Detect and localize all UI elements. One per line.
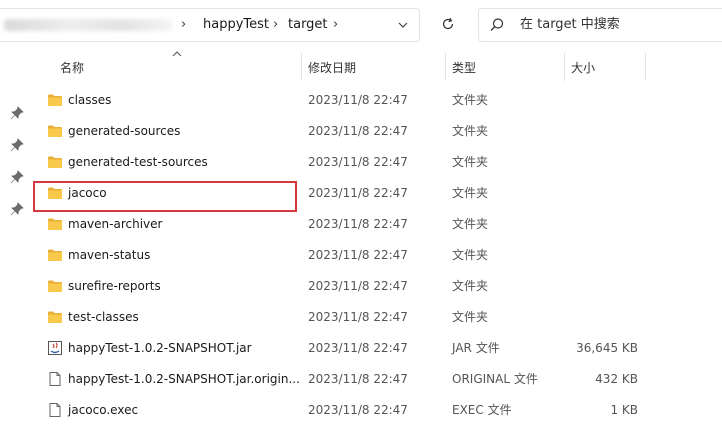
pin-icon[interactable] [10, 202, 24, 216]
column-header-type[interactable]: 类型 [452, 59, 476, 77]
file-type: ORIGINAL 文件 [452, 372, 538, 386]
file-icon [47, 371, 63, 387]
refresh-icon [442, 17, 454, 30]
file-type: 文件夹 [452, 217, 489, 231]
address-bar[interactable]: › happyTest › target › [0, 8, 420, 42]
breadcrumb-happytest[interactable]: happyTest [203, 17, 269, 33]
file-date: 2023/11/8 22:47 [308, 403, 408, 417]
search-icon [490, 18, 504, 31]
pin-icon[interactable] [10, 170, 24, 184]
file-row[interactable]: happyTest-1.0.2-SNAPSHOT.jar.origin... 20… [40, 364, 650, 394]
toolbar: › happyTest › target › 在 target 中搜索 [0, 0, 722, 48]
file-name[interactable]: classes [68, 92, 111, 108]
folder-icon [47, 123, 63, 139]
pin-icon[interactable] [10, 106, 24, 120]
file-type: JAR 文件 [452, 341, 500, 355]
file-name[interactable]: generated-test-sources [68, 154, 208, 170]
column-header-size[interactable]: 大小 [571, 59, 595, 77]
column-divider[interactable] [445, 53, 446, 81]
file-name[interactable]: jacoco.exec [68, 402, 138, 418]
file-name[interactable]: maven-archiver [68, 216, 162, 232]
folder-icon [47, 309, 63, 325]
column-divider[interactable] [301, 53, 302, 81]
file-size: 1 KB [610, 403, 638, 417]
search-box[interactable]: 在 target 中搜索 [478, 8, 722, 42]
file-date: 2023/11/8 22:47 [308, 155, 408, 169]
file-date: 2023/11/8 22:47 [308, 248, 408, 262]
file-type: 文件夹 [452, 124, 489, 138]
file-icon [47, 402, 63, 418]
column-header-date[interactable]: 修改日期 [308, 59, 356, 77]
file-type: 文件夹 [452, 248, 489, 262]
search-placeholder: 在 target 中搜索 [520, 17, 620, 32]
chevron-down-icon [398, 22, 408, 28]
file-date: 2023/11/8 22:47 [308, 124, 408, 138]
file-row[interactable]: maven-archiver 2023/11/8 22:47 文件夹 [40, 209, 650, 239]
folder-icon [47, 216, 63, 232]
file-size: 36,645 KB [576, 341, 638, 355]
folder-icon [47, 92, 63, 108]
pin-icon[interactable] [10, 138, 24, 152]
sort-ascending-icon [172, 51, 182, 57]
blurred-path [4, 19, 172, 31]
folder-icon [47, 278, 63, 294]
file-date: 2023/11/8 22:47 [308, 217, 408, 231]
file-type: 文件夹 [452, 155, 489, 169]
file-row[interactable]: test-classes 2023/11/8 22:47 文件夹 [40, 302, 650, 332]
file-size: 432 KB [595, 372, 638, 386]
file-date: 2023/11/8 22:47 [308, 279, 408, 293]
file-row[interactable]: surefire-reports 2023/11/8 22:47 文件夹 [40, 271, 650, 301]
breadcrumb-target[interactable]: target [288, 17, 328, 33]
column-divider[interactable] [564, 53, 565, 81]
file-row[interactable]: generated-sources 2023/11/8 22:47 文件夹 [40, 116, 650, 146]
file-date: 2023/11/8 22:47 [308, 186, 408, 200]
file-date: 2023/11/8 22:47 [308, 372, 408, 386]
file-name[interactable]: maven-status [68, 247, 150, 263]
file-name[interactable]: surefire-reports [68, 278, 161, 294]
folder-icon [47, 154, 63, 170]
jar-file-icon [47, 340, 63, 356]
file-type: 文件夹 [452, 310, 489, 324]
file-date: 2023/11/8 22:47 [308, 310, 408, 324]
folder-icon [47, 247, 63, 263]
chevron-right-icon[interactable]: › [273, 17, 278, 33]
file-type: 文件夹 [452, 93, 489, 107]
file-row[interactable]: generated-test-sources 2023/11/8 22:47 文件夹 [40, 147, 650, 177]
file-type: EXEC 文件 [452, 403, 512, 417]
file-date: 2023/11/8 22:47 [308, 341, 408, 355]
file-name[interactable]: generated-sources [68, 123, 180, 139]
file-type: 文件夹 [452, 279, 489, 293]
chevron-right-icon[interactable]: › [333, 17, 338, 33]
red-highlight-box [33, 181, 297, 212]
file-row[interactable]: happyTest-1.0.2-SNAPSHOT.jar 2023/11/8 22… [40, 333, 650, 363]
file-row[interactable]: maven-status 2023/11/8 22:47 文件夹 [40, 240, 650, 270]
file-name[interactable]: happyTest-1.0.2-SNAPSHOT.jar.origin... [68, 371, 300, 387]
column-header-name[interactable]: 名称 [60, 59, 84, 77]
chevron-right-icon[interactable]: › [181, 17, 186, 33]
file-name[interactable]: happyTest-1.0.2-SNAPSHOT.jar [68, 340, 252, 356]
file-type: 文件夹 [452, 186, 489, 200]
history-dropdown-button[interactable] [388, 9, 418, 41]
file-row[interactable]: classes 2023/11/8 22:47 文件夹 [40, 85, 650, 115]
file-row[interactable]: jacoco.exec 2023/11/8 22:47 EXEC 文件 1 KB [40, 395, 650, 425]
column-divider[interactable] [645, 53, 646, 81]
file-name[interactable]: test-classes [68, 309, 139, 325]
refresh-button[interactable] [436, 12, 460, 36]
file-date: 2023/11/8 22:47 [308, 93, 408, 107]
